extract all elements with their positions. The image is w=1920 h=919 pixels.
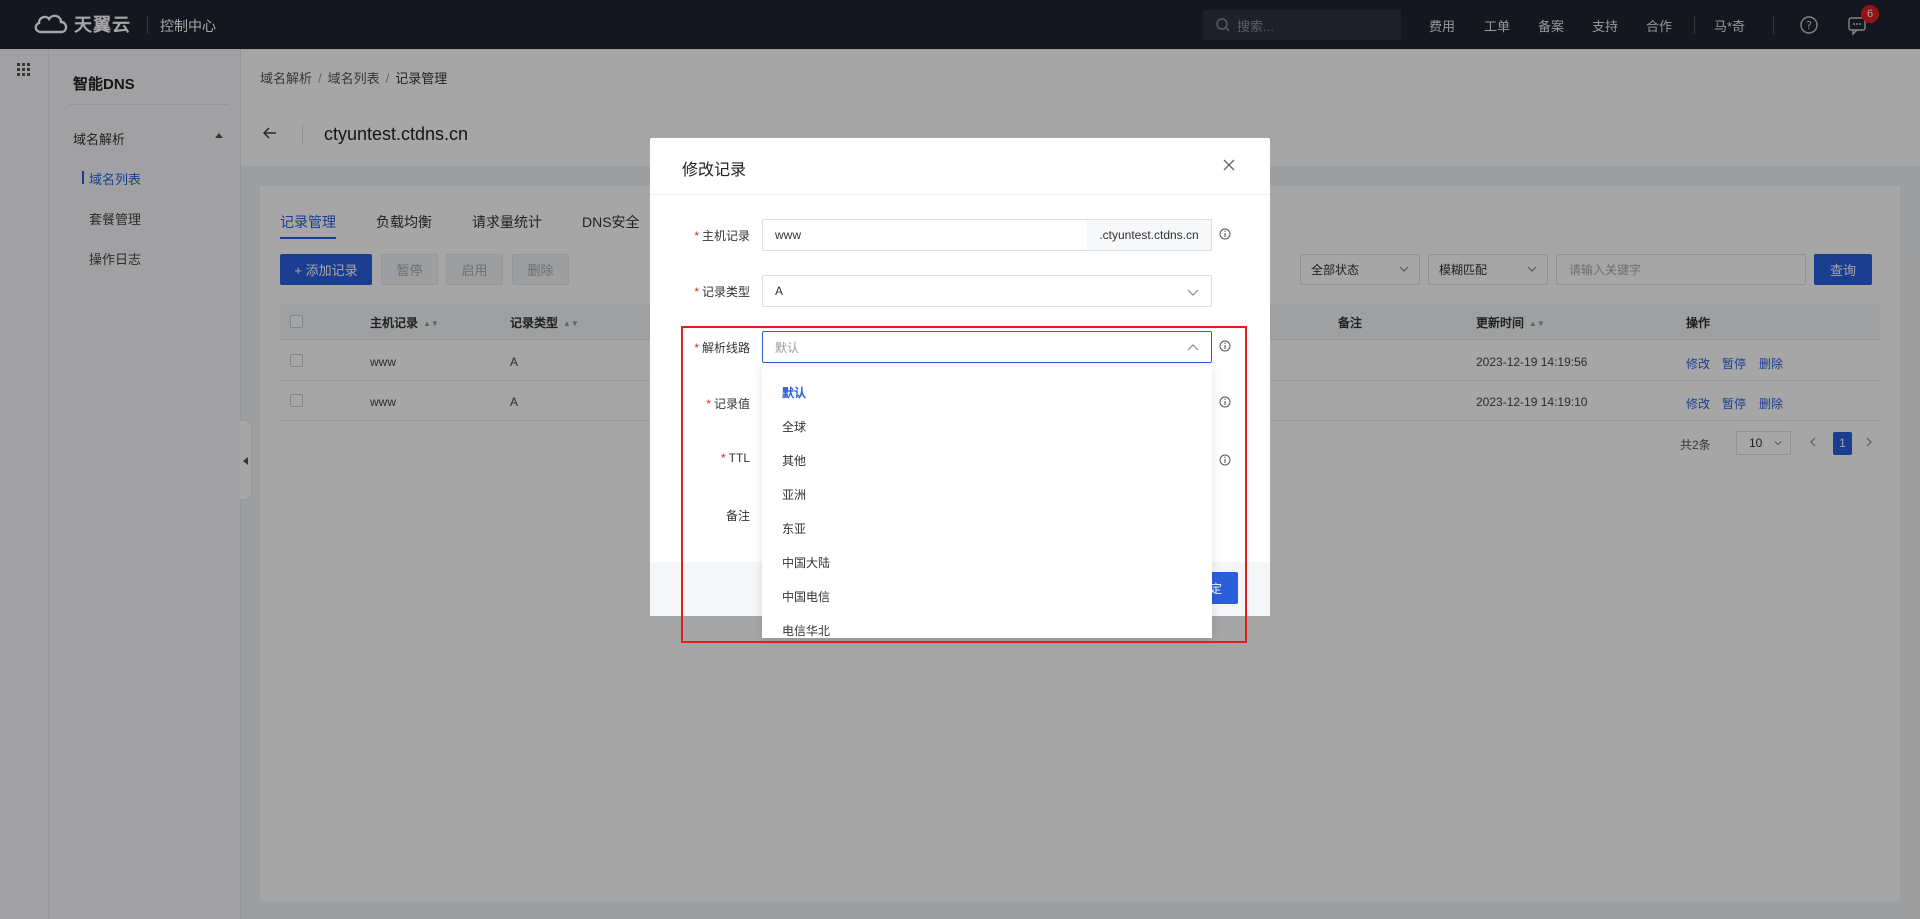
- divider: [650, 194, 1270, 195]
- record-type-select[interactable]: A: [762, 275, 1212, 307]
- record-type-value: A: [775, 284, 784, 298]
- highlight-box: [681, 326, 1247, 643]
- info-icon[interactable]: [1219, 228, 1231, 240]
- type-label: * 记录类型: [694, 285, 750, 299]
- host-label: * 主机记录: [694, 229, 750, 243]
- chevron-down-icon: [1187, 289, 1199, 296]
- close-icon[interactable]: [1222, 158, 1236, 172]
- host-suffix: .ctyuntest.ctdns.cn: [1087, 219, 1212, 251]
- host-input[interactable]: www: [762, 219, 1088, 251]
- modal-title: 修改记录: [682, 162, 747, 179]
